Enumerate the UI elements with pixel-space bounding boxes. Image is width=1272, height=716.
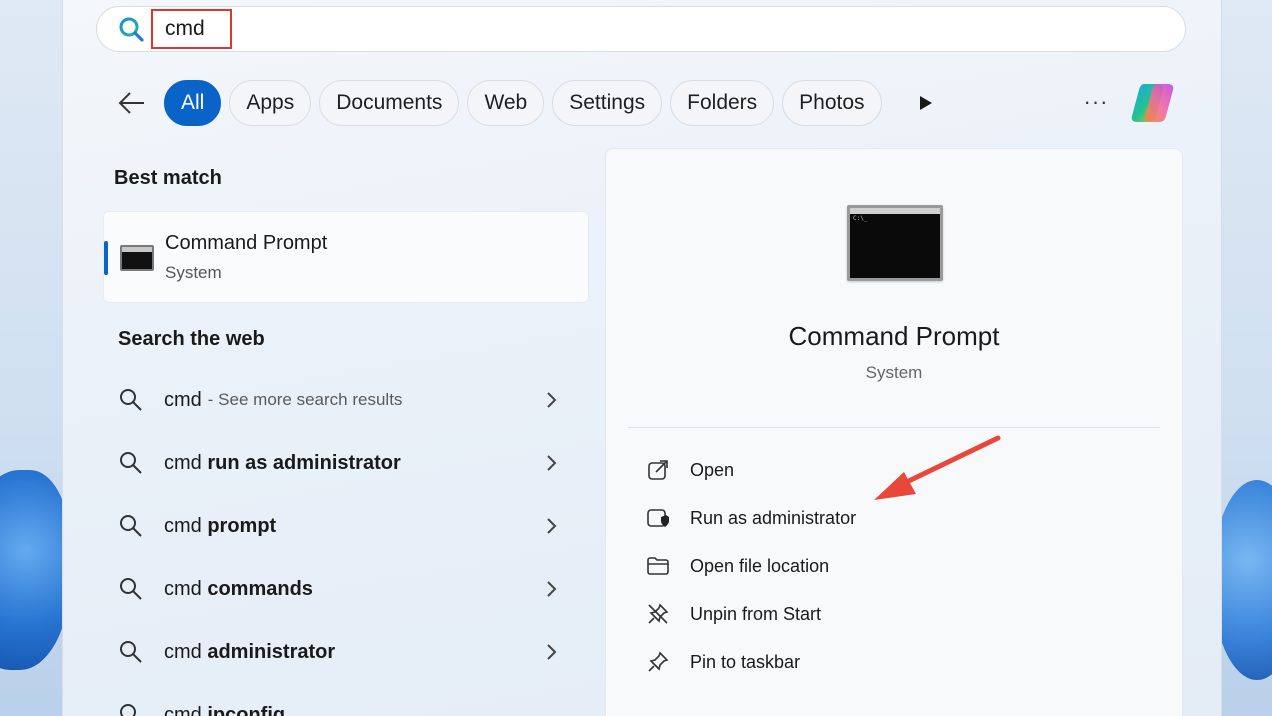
copilot-icon[interactable] (1130, 80, 1178, 126)
web-result-hint: - See more search results (207, 390, 403, 409)
command-prompt-icon (120, 245, 154, 271)
search-icon (120, 578, 142, 600)
action-open[interactable]: Open (646, 452, 734, 488)
web-result-query: cmd ipconfig (164, 703, 286, 716)
web-result-query: cmd commands (164, 577, 313, 600)
chevron-right-icon (547, 455, 557, 471)
folder-icon (647, 557, 669, 575)
filter-row: All Apps Documents Web Settings Folders … (112, 80, 890, 126)
annotation-arrow-icon (874, 435, 1001, 500)
action-open-file-location[interactable]: Open file location (646, 548, 829, 584)
arrow-left-icon (118, 92, 144, 114)
action-unpin-from-start[interactable]: Unpin from Start (646, 596, 821, 632)
filter-folders[interactable]: Folders (670, 80, 775, 126)
action-run-as-administrator[interactable]: Run as administrator (646, 500, 856, 536)
best-match-heading: Best match (114, 167, 222, 189)
web-result-item[interactable]: cmd run as administrator (118, 443, 568, 483)
more-options-icon[interactable]: ··· (1082, 88, 1110, 116)
action-label: Run as administrator (690, 507, 857, 528)
action-label: Pin to taskbar (690, 651, 801, 672)
web-result-item[interactable]: cmd commands (118, 569, 568, 609)
action-label: Open file location (690, 555, 830, 576)
action-label: Open (690, 459, 735, 480)
filter-documents[interactable]: Documents (319, 80, 460, 126)
action-pin-to-taskbar[interactable]: Pin to taskbar (646, 644, 800, 680)
preview-subtitle: System (865, 363, 923, 382)
filter-photos[interactable]: Photos (782, 80, 882, 126)
search-box[interactable] (96, 6, 1186, 52)
preview-divider (628, 427, 1160, 428)
web-result-item[interactable]: cmd - See more search results (118, 380, 568, 420)
command-prompt-large-icon (847, 205, 943, 281)
back-button[interactable] (112, 83, 152, 123)
web-result-item[interactable]: cmd administrator (118, 632, 568, 672)
action-label: Unpin from Start (690, 603, 822, 624)
search-icon (120, 452, 142, 474)
search-icon (117, 15, 145, 43)
chevron-right-icon (547, 518, 557, 534)
search-icon (120, 641, 142, 663)
search-icon (120, 515, 142, 537)
pin-icon (648, 651, 669, 672)
chevron-right-icon (547, 644, 557, 660)
filter-web[interactable]: Web (467, 80, 545, 126)
web-result-query: cmd run as administrator (164, 451, 401, 474)
best-match-title: Command Prompt (165, 232, 328, 254)
web-result-item[interactable]: cmd prompt (118, 506, 568, 546)
filter-settings[interactable]: Settings (552, 80, 663, 126)
filter-apps[interactable]: Apps (229, 80, 312, 126)
more-filters-play-icon[interactable] (915, 93, 935, 113)
web-result-item[interactable]: cmd ipconfig (118, 695, 568, 716)
shield-icon (647, 509, 669, 527)
selection-accent (104, 241, 108, 275)
search-icon (120, 389, 142, 411)
preview-title: Command Prompt (788, 321, 1000, 351)
open-external-icon (648, 460, 668, 480)
web-result-query: cmd administrator (164, 640, 336, 663)
search-web-heading: Search the web (118, 328, 265, 350)
best-match-result[interactable]: Command Prompt System (103, 211, 589, 303)
search-highlight-annotation (151, 9, 232, 49)
web-result-query: cmd (164, 388, 202, 411)
best-match-subtitle: System (165, 263, 222, 282)
chevron-right-icon (547, 392, 557, 408)
filter-all[interactable]: All (164, 80, 222, 126)
unpin-icon (648, 603, 669, 624)
chevron-right-icon (547, 581, 557, 597)
web-result-query: cmd prompt (164, 514, 277, 537)
search-icon (120, 704, 136, 716)
